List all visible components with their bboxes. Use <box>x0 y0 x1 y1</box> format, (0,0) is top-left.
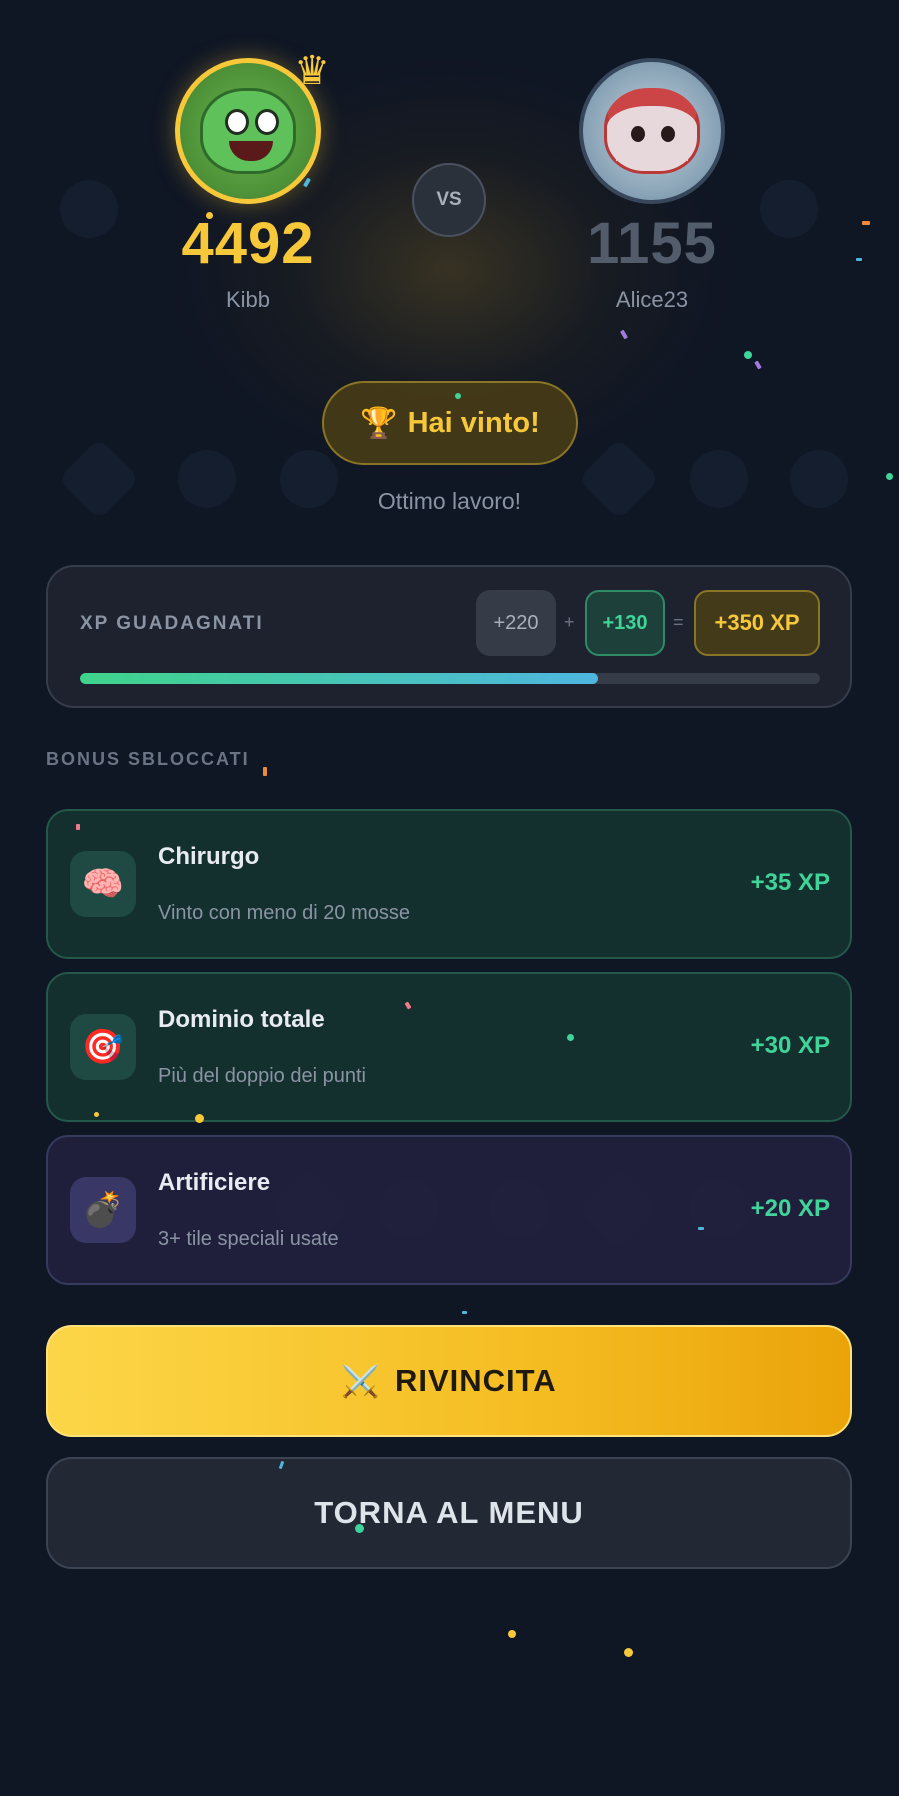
bonus-title: Chirurgo <box>158 843 260 870</box>
vs-badge: VS <box>412 163 486 237</box>
frog-avatar-icon: ♛ <box>175 51 330 204</box>
xp-total-chip: +350 XP <box>694 590 820 656</box>
bonus-section-title: BONUS SBLOCCATI <box>46 749 250 769</box>
trophy-icon: 🏆 <box>360 406 398 440</box>
bonus-xp: +35 XP <box>750 869 830 896</box>
rematch-button[interactable]: ⚔️ RIVINCITA <box>46 1325 852 1437</box>
plus-sign: + <box>564 612 575 632</box>
bonus-description: Vinto con meno di 20 mosse <box>158 902 411 924</box>
player-opponent: 1155 Alice23 <box>542 58 762 313</box>
player-score: 4492 <box>181 211 315 276</box>
bonus-card: 💣 Artificiere 3+ tile speciali usate +20… <box>46 1135 852 1285</box>
opponent-score: 1155 <box>587 211 717 276</box>
result-title: Hai vinto! <box>407 406 540 439</box>
crown-icon: ♛ <box>294 49 330 93</box>
xp-progress-fill <box>80 673 598 684</box>
opponent-name: Alice23 <box>615 287 689 312</box>
player-winner: ♛ 4492 Kibb <box>138 51 358 313</box>
xp-progress-bar <box>80 673 820 684</box>
xp-title: XP GUADAGNATI <box>80 613 264 634</box>
bomb-icon: 💣 <box>70 1177 136 1243</box>
result-badge: 🏆 Hai vinto! <box>322 381 578 465</box>
bonus-xp: +20 XP <box>750 1195 830 1222</box>
target-icon: 🎯 <box>70 1014 136 1080</box>
bonus-card: 🧠 Chirurgo Vinto con meno di 20 mosse +3… <box>46 809 852 959</box>
bonus-title: Artificiere <box>158 1169 271 1196</box>
xp-base-chip: +220 <box>476 590 556 656</box>
bonus-title: Dominio totale <box>158 1006 325 1033</box>
xp-card: XP GUADAGNATI +220 + +130 = +350 XP <box>46 565 852 708</box>
bonus-card: 🎯 Dominio totale Più del doppio dei punt… <box>46 972 852 1122</box>
brain-icon: 🧠 <box>70 851 136 917</box>
mushroom-avatar-icon <box>579 58 725 204</box>
back-to-menu-button[interactable]: TORNA AL MENU <box>46 1457 852 1569</box>
rematch-label: RIVINCITA <box>394 1363 557 1398</box>
crossed-swords-icon: ⚔️ <box>341 1363 381 1399</box>
xp-bonus-chip: +130 <box>585 590 665 656</box>
bonus-description: Più del doppio dei punti <box>158 1065 366 1087</box>
bonus-xp: +30 XP <box>750 1032 830 1059</box>
result-subtitle: Ottimo lavoro! <box>377 488 522 514</box>
equals-sign: = <box>673 612 684 632</box>
player-name: Kibb <box>225 287 271 312</box>
bonus-description: 3+ tile speciali usate <box>158 1228 339 1250</box>
